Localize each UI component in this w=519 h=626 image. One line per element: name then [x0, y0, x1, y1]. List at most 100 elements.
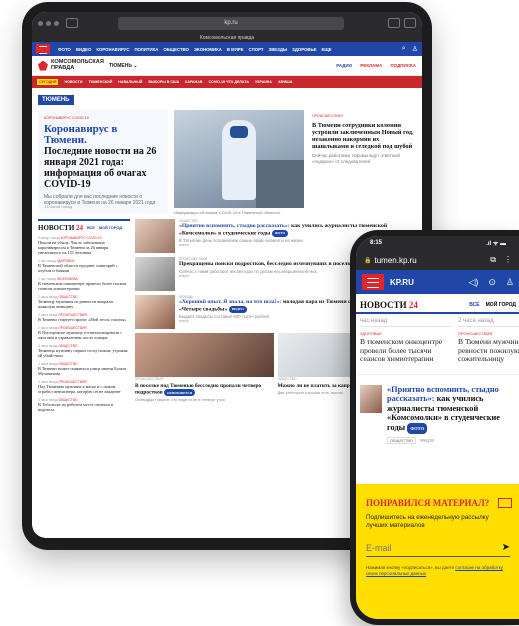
nav-item[interactable]: ЕЩЕ	[321, 47, 331, 52]
share-icon[interactable]	[388, 18, 400, 28]
news-text: Пошли на убыль. Число заболевших коронав…	[38, 240, 109, 255]
article-thumbnail[interactable]	[135, 295, 175, 329]
topic-link[interactable]: ВЫБОРЫ В США	[148, 80, 179, 84]
address-bar[interactable]: kp.ru	[118, 16, 344, 30]
logo-row: КОМСОМОЛЬСКАЯ ПРАВДА ТЮМЕНЬ ⌄ РАДИО РЕКЛ…	[32, 56, 422, 76]
sidebar-toggle-icon[interactable]	[66, 18, 78, 28]
news-text: Под Тюменью мужчина в маске и с ножом ог…	[38, 384, 121, 394]
phone-news-region: 24	[408, 300, 418, 310]
nav-item[interactable]: ЗВЕЗДЫ	[269, 47, 288, 52]
article-thumbnail[interactable]	[135, 219, 175, 253]
phone-news-text: В Тюмени мужчины из ревности пожилую сож…	[458, 337, 519, 363]
nav-item[interactable]: ОБЩЕСТВО	[163, 47, 189, 52]
tab-all[interactable]: ВСЕ	[469, 302, 479, 308]
article-title-blue: «Приятно вспомнить, стыдно рассказать»:	[179, 223, 290, 229]
category-chip[interactable]: ОБЩЕСТВО	[387, 436, 416, 444]
logo[interactable]: КОМСОМОЛЬСКАЯ ПРАВДА	[51, 59, 104, 71]
nav-icons: ⌕ ♙	[402, 45, 418, 53]
list-item[interactable]: 5 минут назад КОРОНАВИРУС COVID-19 Пошли …	[38, 236, 130, 255]
tab-my-city[interactable]: МОЙ ГОРОД	[486, 302, 516, 308]
menu-icon[interactable]	[362, 274, 384, 290]
topic-link[interactable]: УКРАИНА	[255, 80, 272, 84]
tab-all[interactable]: ВСЕ	[87, 226, 95, 230]
status-badge: ОБНОВЛЯЕТСЯ	[163, 389, 196, 396]
news-feed-title: НОВОСТИ 24	[38, 224, 83, 232]
subscribe-title: ПОНРАВИЛСЯ МАТЕРИАЛ?	[366, 498, 490, 508]
list-item[interactable]: 3 часа назад ОБЩЕСТВО В Тюмени может появ…	[38, 362, 130, 376]
lock-icon: 🔒	[364, 257, 372, 264]
list-item[interactable]: 1 час назад ЭКОНОМИКА В тюменском онкоцен…	[38, 277, 130, 291]
phone-browser-icons: ⧉ ⋮	[490, 255, 512, 265]
nav-item[interactable]: ПОЛИТИКА	[134, 47, 158, 52]
list-item[interactable]: 2 часа назад ПРОИСШЕСТВИЯ В Ялуторовске м…	[38, 326, 130, 340]
tabs-icon[interactable]: ⧉	[490, 255, 496, 265]
nav-item[interactable]: ЭКОНОМИКА	[194, 47, 222, 52]
side-story[interactable]: ПРОИСШЕСТВИЯ В Тюмени сотрудники колонии…	[310, 110, 416, 215]
legal-text: Нажимая кнопку «подписаться», вы даете	[366, 565, 455, 570]
article-thumbnail[interactable]	[135, 257, 175, 291]
nav-item[interactable]: ФОТО	[58, 47, 71, 52]
grid-image[interactable]	[135, 333, 274, 377]
list-item[interactable]: 2 часа назад ПРОИСШЕСТВИЯ В Тюмени старту…	[38, 313, 130, 322]
tabs-icon[interactable]	[404, 18, 416, 28]
article-thumbnail[interactable]	[360, 384, 382, 413]
topic-link[interactable]: ТЮМЕНСКИЙ	[88, 80, 112, 84]
nav-item[interactable]: В МИРЕ	[227, 47, 244, 52]
side-title: В Тюмени сотрудники колонии устроили зак…	[312, 122, 414, 150]
hero-section: КОРОНАВИРУС COVID-19 Коронавирус в Тюмен…	[38, 110, 416, 215]
grid-tag: ПРОИСШЕСТВИЯ	[135, 377, 164, 381]
hero-card[interactable]: КОРОНАВИРУС COVID-19 Коронавирус в Тюмен…	[38, 110, 168, 214]
more-icon[interactable]: ⋮	[504, 255, 512, 265]
nav-item[interactable]: СПОРТ	[249, 47, 264, 52]
location-icon[interactable]: ⊙	[488, 277, 496, 288]
phone-url[interactable]: tumen.kp.ru	[374, 256, 416, 265]
news-text: В Тюменской области продают санаторий с …	[38, 263, 118, 273]
phone-news-header: НОВОСТИ 24 ВСЕ МОЙ ГОРОД	[356, 294, 519, 314]
user-icon[interactable]: ♙	[506, 277, 514, 288]
phone-article[interactable]: «Приятно вспомнить, стыдно рассказать»: …	[356, 373, 519, 454]
city-badge[interactable]: ТЮМЕНЬ	[38, 95, 74, 105]
email-field[interactable]	[366, 542, 502, 553]
nav-item[interactable]: КОРОНАВИРУС	[96, 47, 129, 52]
city-selector[interactable]: ТЮМЕНЬ ⌄	[109, 63, 138, 69]
subscribe-link[interactable]: ПОДПИСКА	[390, 63, 416, 68]
hero-photo[interactable]	[174, 110, 304, 208]
phone-news-item[interactable]: 2 часа назад ПРОИСШЕСТВИЯВ Тюмени мужчины…	[458, 318, 519, 364]
topic-link[interactable]: НОВОСТИ	[64, 80, 82, 84]
phone-logo[interactable]: KP.RU	[390, 278, 414, 287]
send-arrow-icon[interactable]: ➤	[502, 542, 510, 553]
list-item[interactable]: 3 часа назад ОБЩЕСТВО Тюменца мужчину пор…	[38, 344, 130, 358]
status-bar: 8:15 .ıl ᯤ ▬	[356, 236, 519, 250]
ads-link[interactable]: РЕКЛАМА	[360, 63, 382, 68]
email-row: ➤	[366, 539, 510, 557]
window-dot[interactable]	[46, 20, 51, 26]
search-icon[interactable]: ⌕	[402, 45, 406, 53]
phone-screen: 8:15 .ıl ᯤ ▬ 🔒 tumen.kp.ru ⧉ ⋮ KP.RU ◁) …	[356, 236, 519, 619]
radio-link[interactable]: РАДИО	[336, 63, 352, 68]
phone-address-bar[interactable]: 🔒 tumen.kp.ru ⧉ ⋮	[356, 250, 519, 270]
browser-bar: kp.ru	[32, 12, 422, 34]
media-badge: ФОТО	[271, 229, 289, 237]
list-item[interactable]: 3 часа назад ОБЩЕСТВО В Тобольске на рабо…	[38, 398, 130, 412]
phone-news-item[interactable]: час назад ЗДОРОВЬЕ В тюменском онкоцентре …	[360, 318, 452, 364]
list-item[interactable]: 2 часа назад ОБЩЕСТВО Тюменцу мужчины из …	[38, 295, 130, 309]
tab-my-city[interactable]: МОЙ ГОРОД	[99, 226, 122, 230]
user-icon[interactable]: ♙	[412, 45, 418, 53]
topic-link[interactable]: НАВАЛЬНЫЙ	[118, 80, 142, 84]
topic-link[interactable]: КАРАНАВ	[185, 80, 202, 84]
nav-item[interactable]: ЗДОРОВЬЕ	[292, 47, 316, 52]
list-item[interactable]: 3 часа назад ПРОИСШЕСТВИЯ Под Тюменью муж…	[38, 380, 130, 394]
topic-link[interactable]: АФИША	[278, 80, 292, 84]
grid-card[interactable]: ПРОИСШЕСТВИЯ В поселке под Тюменью бессле…	[135, 333, 274, 402]
subscribe-description: Подпишитесь на еженедельную рассылку луч…	[366, 514, 489, 529]
radio-icon[interactable]: ◁)	[468, 277, 478, 288]
menu-icon[interactable]	[36, 44, 50, 54]
window-dot[interactable]	[54, 20, 59, 26]
window-dot[interactable]	[38, 20, 43, 26]
news-text: Тюменца мужчину порвал сосед ножом, угро…	[38, 348, 128, 358]
list-item[interactable]: 1 час назад ЗДОРОВЬЕ В Тюменской области …	[38, 259, 130, 273]
topic-link[interactable]: СЕГОДНЯ	[37, 79, 59, 85]
phone-news-columns: час назад ЗДОРОВЬЕ В тюменском онкоцентре …	[356, 314, 519, 368]
nav-item[interactable]: ВИДЕО	[76, 47, 91, 52]
topic-link[interactable]: COVID-19 ЧТО ДЕЛАТЬ	[208, 80, 249, 84]
